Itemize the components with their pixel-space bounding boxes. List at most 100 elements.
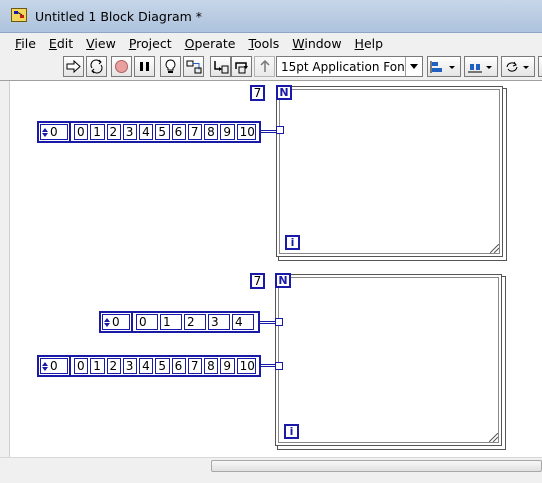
input-tunnel[interactable] [276,126,284,134]
menu-bar: File Edit View Project Operate Tools Win… [0,33,542,53]
array-element[interactable]: 8 [204,124,219,140]
align-objects-button[interactable] [427,56,461,77]
text-settings-dropdown[interactable]: 15pt Application Font [276,56,423,77]
pause-button[interactable] [134,56,155,77]
array-element[interactable]: 3 [208,314,230,330]
chevron-down-icon [405,57,422,76]
step-out-button[interactable] [254,56,275,77]
count-terminal[interactable]: N [275,273,291,288]
retain-wire-values-icon [186,60,201,74]
index-spinner-icon[interactable] [41,359,48,373]
array-index-display[interactable]: 0 [40,358,68,374]
menu-edit[interactable]: Edit [46,36,76,51]
array-element[interactable]: 1 [160,314,182,330]
abort-button[interactable] [111,56,132,77]
array-element[interactable]: 0 [74,358,89,374]
array-element[interactable]: 0 [74,124,89,140]
menu-tools[interactable]: Tools [245,36,282,51]
step-into-button[interactable] [210,56,231,77]
reorder-button[interactable] [501,56,535,77]
loop-count-constant[interactable]: 7 [250,273,265,289]
toolbar: 15pt Application Font [0,53,542,81]
array-element[interactable]: 9 [220,124,235,140]
array-element[interactable]: 2 [106,124,121,140]
scrollbar-thumb[interactable] [211,460,542,472]
window-title: Untitled 1 Block Diagram * [35,9,203,24]
run-arrow-icon [66,60,81,73]
array-index-display[interactable]: 0 [102,314,130,330]
array-element[interactable]: 5 [155,124,170,140]
count-terminal[interactable]: N [276,85,292,100]
array-wire[interactable] [261,130,276,133]
array-elements: 0 1 2 3 4 5 6 7 8 9 10 [69,355,261,377]
input-tunnel[interactable] [275,318,283,326]
abort-icon [115,60,128,73]
array-element[interactable]: 7 [187,358,203,374]
array-constant-1[interactable]: 0 0 1 2 3 4 5 6 7 8 9 10 [37,121,261,143]
array-element[interactable]: 1 [90,124,105,140]
for-loop-2[interactable]: i [275,274,502,446]
array-element[interactable]: 2 [106,358,121,374]
array-constant-3[interactable]: 0 0 1 2 3 4 5 6 7 8 9 10 [37,355,261,377]
toolbar-overflow[interactable] [538,56,542,77]
array-element[interactable]: 10 [236,124,256,140]
iteration-terminal[interactable]: i [285,235,300,250]
font-label: 15pt Application Font [281,59,405,74]
distribute-objects-button[interactable] [464,56,498,77]
array-index-display[interactable]: 0 [40,124,68,140]
step-over-button[interactable] [231,56,252,77]
array-element[interactable]: 10 [236,358,256,374]
array-element[interactable]: 4 [139,358,154,374]
distribute-objects-icon [468,63,492,72]
index-spinner-icon[interactable] [103,315,110,329]
array-element[interactable]: 8 [204,358,219,374]
highlight-execution-button[interactable] [160,56,181,77]
array-element[interactable]: 7 [187,124,203,140]
array-element[interactable]: 5 [155,358,170,374]
resize-grip-icon [489,433,498,442]
array-element[interactable]: 6 [171,124,186,140]
iteration-terminal[interactable]: i [284,424,299,439]
pause-icon [140,62,149,71]
array-elements: 0 1 2 3 4 [131,311,260,333]
canvas-left-border [9,81,10,457]
menu-file[interactable]: File [12,36,39,51]
loop-count-constant[interactable]: 7 [250,85,265,101]
window-bottom-edge [0,474,542,483]
horizontal-scrollbar[interactable] [0,457,542,474]
loop-inner-frame [279,89,500,254]
loop-inner-frame [278,277,499,443]
array-element[interactable]: 6 [171,358,186,374]
array-wire[interactable] [261,364,275,367]
array-element[interactable]: 4 [232,314,254,330]
array-elements: 0 1 2 3 4 5 6 7 8 9 10 [69,121,261,143]
input-tunnel[interactable] [275,362,283,370]
array-element[interactable]: 0 [136,314,158,330]
menu-project[interactable]: Project [126,36,175,51]
menu-window[interactable]: Window [289,36,344,51]
array-constant-2[interactable]: 0 0 1 2 3 4 [99,311,260,333]
array-element[interactable]: 9 [220,358,235,374]
array-element[interactable]: 3 [122,358,138,374]
menu-operate[interactable]: Operate [182,36,239,51]
menu-view[interactable]: View [83,36,119,51]
index-spinner-icon[interactable] [41,125,48,139]
run-continuously-button[interactable] [86,56,107,77]
align-objects-icon [430,60,455,73]
array-element[interactable]: 2 [184,314,206,330]
menu-help[interactable]: Help [352,36,387,51]
title-bar: Untitled 1 Block Diagram * [0,0,542,33]
block-diagram-icon [11,8,27,22]
retain-wire-values-button[interactable] [183,56,204,77]
run-button[interactable] [63,56,84,77]
step-into-icon [213,61,228,74]
array-wire[interactable] [260,321,275,324]
step-out-icon [259,59,270,72]
array-element[interactable]: 1 [90,358,105,374]
resize-grip-icon [490,244,499,253]
array-element[interactable]: 3 [122,124,138,140]
array-element[interactable]: 4 [139,124,154,140]
run-continuously-icon [90,59,103,74]
highlight-execution-icon [165,58,176,73]
for-loop-1[interactable]: i [276,86,503,257]
